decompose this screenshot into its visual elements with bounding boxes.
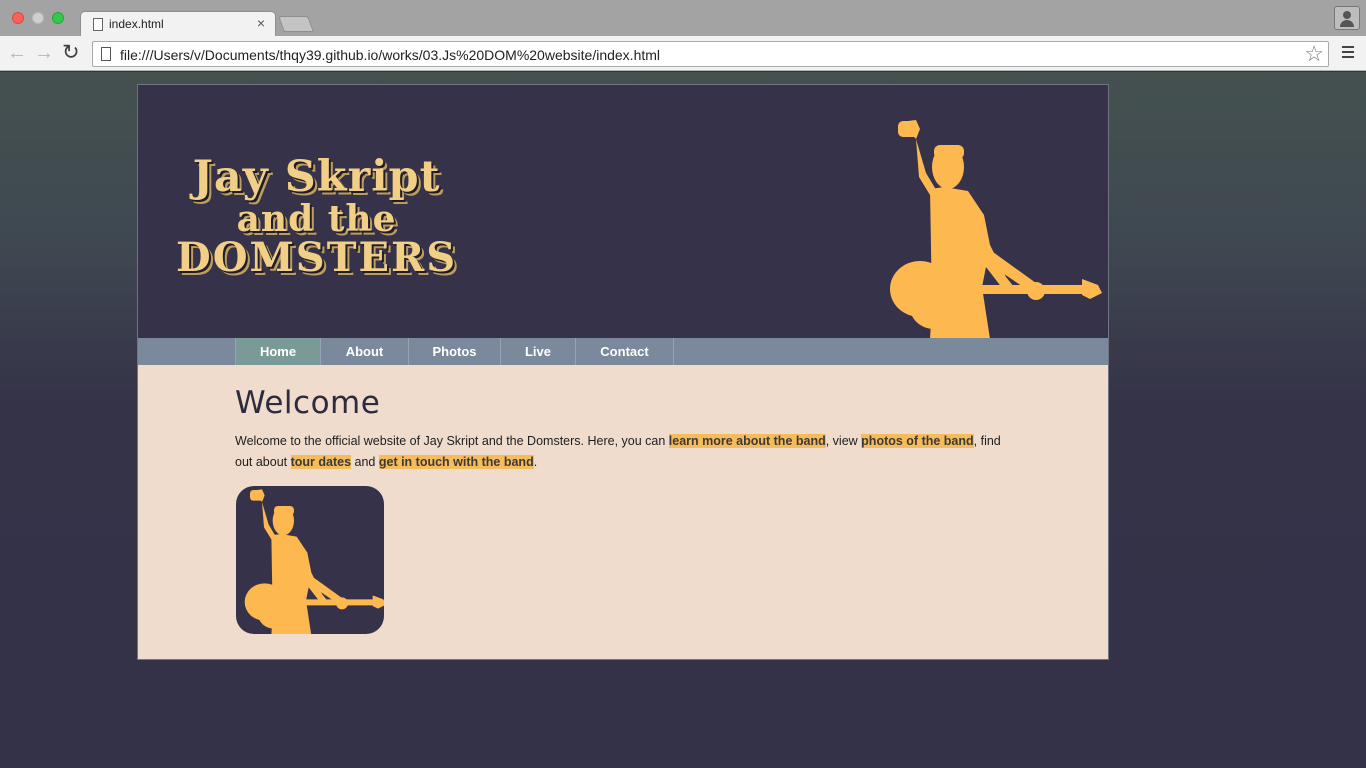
site-container: Jay Skript and the DOMSTERS Home About P… <box>137 84 1109 660</box>
link-photos[interactable]: photos of the band <box>861 434 974 448</box>
logo-line-2: and the <box>236 198 397 240</box>
main-navigation: Home About Photos Live Contact <box>138 338 1108 365</box>
maximize-window-button[interactable] <box>52 12 64 24</box>
guitarist-silhouette-icon <box>890 120 1102 338</box>
document-icon <box>93 18 103 31</box>
nav-item-home[interactable]: Home <box>236 338 321 365</box>
band-image <box>236 486 384 634</box>
nav-item-about[interactable]: About <box>321 338 409 365</box>
close-window-button[interactable] <box>12 12 24 24</box>
site-header: Jay Skript and the DOMSTERS <box>138 85 1108 338</box>
intro-text: and <box>351 455 379 469</box>
page-title: Welcome <box>235 385 381 421</box>
link-about[interactable]: learn more about the band <box>668 434 826 448</box>
intro-text: Welcome to the official website of Jay S… <box>235 434 669 448</box>
intro-text: , view <box>825 434 862 448</box>
link-contact[interactable]: get in touch with the band <box>378 455 534 469</box>
tab-title: index.html <box>109 17 164 31</box>
page-viewport: Jay Skript and the DOMSTERS Home About P… <box>0 72 1366 768</box>
new-tab-button[interactable] <box>278 16 314 32</box>
nav-item-contact[interactable]: Contact <box>576 338 674 365</box>
hamburger-menu-icon[interactable] <box>1342 46 1354 61</box>
arrow-right-icon[interactable]: → <box>34 41 54 65</box>
nav-list: Home About Photos Live Contact <box>235 338 674 365</box>
user-icon[interactable] <box>1334 6 1360 30</box>
browser-tab[interactable]: index.html × <box>80 11 276 37</box>
logo-line-1: Jay Skript <box>192 152 441 202</box>
nav-item-photos[interactable]: Photos <box>409 338 501 365</box>
main-content: Welcome Welcome to the official website … <box>138 365 1108 659</box>
guitarist-silhouette-icon <box>244 489 384 634</box>
browser-toolbar: ← → ↻ file:///Users/v/Documents/thqy39.g… <box>0 36 1366 71</box>
star-icon[interactable]: ☆ <box>1304 41 1324 67</box>
page-icon <box>101 47 111 61</box>
band-logo[interactable]: Jay Skript and the DOMSTERS <box>176 153 457 279</box>
url-text[interactable]: file:///Users/v/Documents/thqy39.github.… <box>120 47 660 63</box>
browser-titlebar: index.html × <box>0 0 1366 37</box>
arrow-left-icon[interactable]: ← <box>7 41 27 65</box>
link-live[interactable]: tour dates <box>290 455 352 469</box>
reload-icon[interactable]: ↻ <box>62 41 80 65</box>
close-icon[interactable]: × <box>257 15 265 31</box>
intro-paragraph: Welcome to the official website of Jay S… <box>235 431 1010 473</box>
intro-text: . <box>533 455 538 469</box>
minimize-window-button[interactable] <box>32 12 44 24</box>
address-bar[interactable]: file:///Users/v/Documents/thqy39.github.… <box>92 41 1329 67</box>
logo-line-3: DOMSTERS <box>176 234 458 281</box>
nav-item-live[interactable]: Live <box>501 338 576 365</box>
